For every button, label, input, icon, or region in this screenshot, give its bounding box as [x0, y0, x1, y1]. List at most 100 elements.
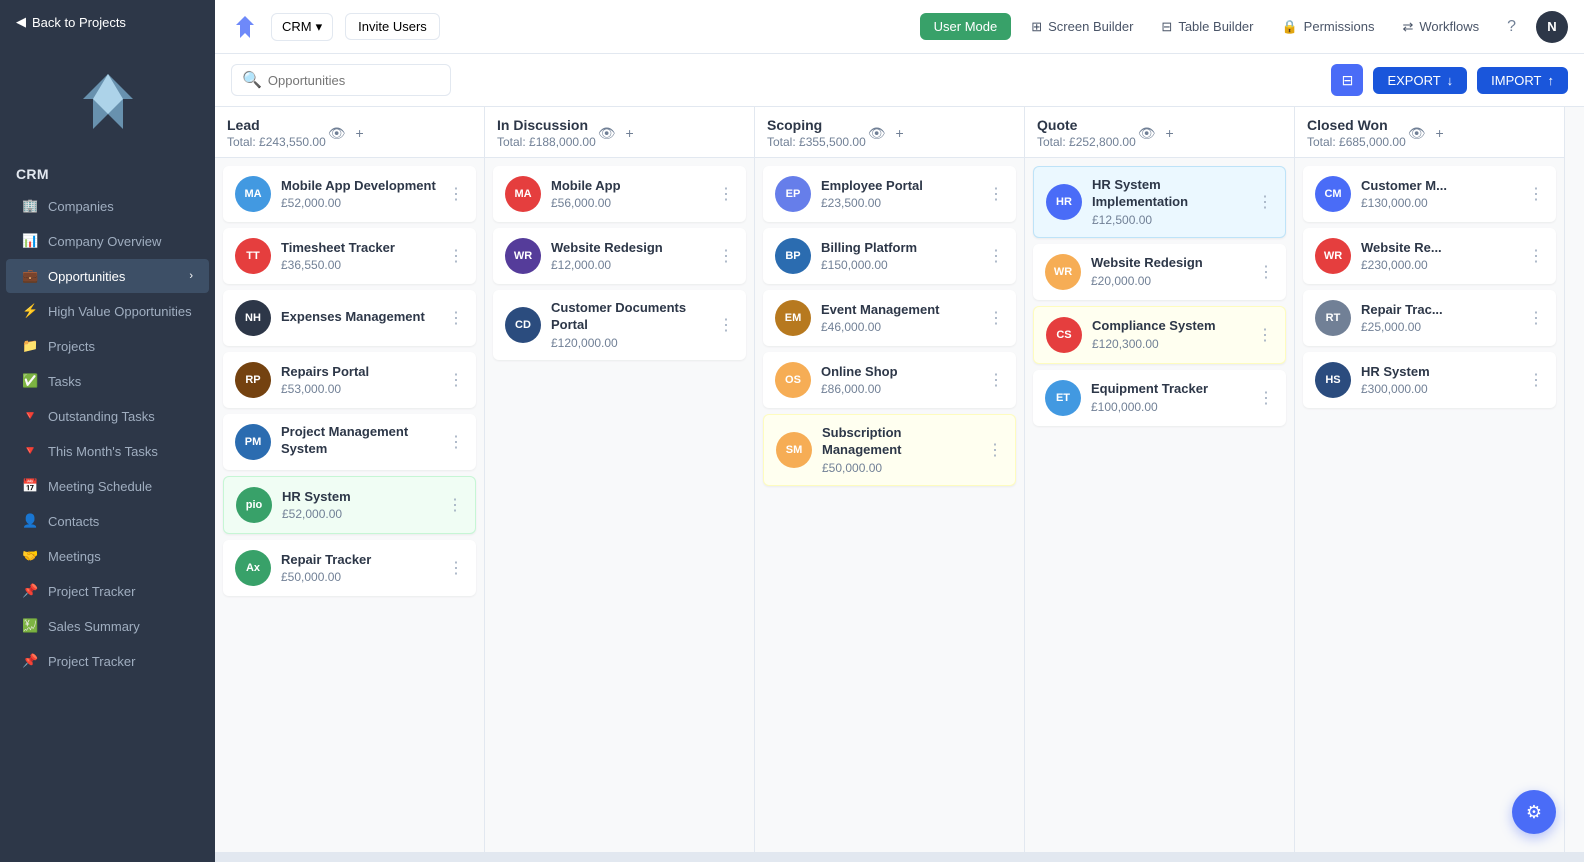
table-row[interactable]: ET Equipment Tracker £100,000.00 ⋮ — [1033, 370, 1286, 426]
table-row[interactable]: CM Customer M... £130,000.00 ⋮ — [1303, 166, 1556, 222]
invite-users-btn[interactable]: Invite Users — [345, 13, 440, 40]
card-menu-btn-22[interactable]: ⋮ — [1528, 308, 1544, 328]
table-row[interactable]: TT Timesheet Tracker £36,550.00 ⋮ — [223, 228, 476, 284]
card-menu-btn-20[interactable]: ⋮ — [1528, 184, 1544, 204]
table-row[interactable]: EP Employee Portal £23,500.00 ⋮ — [763, 166, 1016, 222]
card-menu-btn-4[interactable]: ⋮ — [448, 370, 464, 390]
back-label: Back to Projects — [32, 15, 126, 30]
back-to-projects-btn[interactable]: ◀ Back to Projects — [0, 0, 215, 44]
table-row[interactable]: WR Website Redesign £20,000.00 ⋮ — [1033, 244, 1286, 300]
table-row[interactable]: SM Subscription Management £50,000.00 ⋮ — [763, 414, 1016, 486]
sidebar-item-projects[interactable]: 📁 Projects — [6, 329, 209, 363]
export-btn[interactable]: EXPORT ↓ — [1373, 67, 1467, 94]
table-row[interactable]: MA Mobile App Development £52,000.00 ⋮ — [223, 166, 476, 222]
filter-btn[interactable]: ⊟ — [1331, 64, 1363, 96]
table-row[interactable]: PM Project Management System ⋮ — [223, 414, 476, 470]
permissions-btn[interactable]: 🔒 Permissions — [1273, 14, 1382, 40]
crm-dropdown-btn[interactable]: CRM ▾ — [271, 13, 333, 41]
settings-icon: ⚙ — [1526, 802, 1542, 823]
card-menu-btn-9[interactable]: ⋮ — [718, 246, 734, 266]
card-menu-btn-14[interactable]: ⋮ — [988, 370, 1004, 390]
table-row[interactable]: NH Expenses Management ⋮ — [223, 290, 476, 346]
card-menu-btn-15[interactable]: ⋮ — [987, 440, 1003, 460]
card-name-22: Repair Trac... — [1361, 302, 1518, 319]
card-menu-btn-13[interactable]: ⋮ — [988, 308, 1004, 328]
card-menu-btn-5[interactable]: ⋮ — [448, 432, 464, 452]
table-row[interactable]: RP Repairs Portal £53,000.00 ⋮ — [223, 352, 476, 408]
card-info-1: Mobile App Development £52,000.00 — [281, 178, 438, 211]
card-menu-btn-2[interactable]: ⋮ — [448, 246, 464, 266]
card-avatar-10: CD — [505, 307, 541, 343]
table-row[interactable]: EM Event Management £46,000.00 ⋮ — [763, 290, 1016, 346]
eye-icon-closed-won[interactable]: 👁 — [1406, 123, 1428, 144]
table-row[interactable]: pio HR System £52,000.00 ⋮ — [223, 476, 476, 534]
table-row[interactable]: HS HR System £300,000.00 ⋮ — [1303, 352, 1556, 408]
card-menu-btn-12[interactable]: ⋮ — [988, 246, 1004, 266]
eye-icon-scoping[interactable]: 👁 — [866, 123, 888, 144]
table-row[interactable]: CS Compliance System £120,300.00 ⋮ — [1033, 306, 1286, 364]
table-row[interactable]: BP Billing Platform £150,000.00 ⋮ — [763, 228, 1016, 284]
card-menu-btn-18[interactable]: ⋮ — [1257, 325, 1273, 345]
horizontal-scrollbar[interactable] — [215, 852, 1584, 862]
card-menu-btn-8[interactable]: ⋮ — [718, 184, 734, 204]
add-card-btn-scoping[interactable]: + — [894, 123, 906, 143]
eye-icon-in-discussion[interactable]: 👁 — [596, 123, 618, 144]
sidebar-item-sales-summary[interactable]: 💹 Sales Summary — [6, 609, 209, 643]
table-row[interactable]: RT Repair Trac... £25,000.00 ⋮ — [1303, 290, 1556, 346]
help-btn[interactable]: ? — [1499, 13, 1524, 41]
sidebar-item-contacts[interactable]: 👤 Contacts — [6, 504, 209, 538]
sidebar-item-project-tracker-2[interactable]: 📌 Project Tracker — [6, 644, 209, 678]
table-row[interactable]: WR Website Redesign £12,000.00 ⋮ — [493, 228, 746, 284]
sidebar-icon-high-value: ⚡ — [22, 303, 38, 319]
sidebar-item-meeting-schedule[interactable]: 📅 Meeting Schedule — [6, 469, 209, 503]
card-menu-btn-21[interactable]: ⋮ — [1528, 246, 1544, 266]
table-row[interactable]: WR Website Re... £230,000.00 ⋮ — [1303, 228, 1556, 284]
table-row[interactable]: MA Mobile App £56,000.00 ⋮ — [493, 166, 746, 222]
sidebar-item-tasks[interactable]: ✅ Tasks — [6, 364, 209, 398]
card-menu-btn-10[interactable]: ⋮ — [718, 315, 734, 335]
table-row[interactable]: CD Customer Documents Portal £120,000.00… — [493, 290, 746, 360]
sidebar-item-project-tracker[interactable]: 📌 Project Tracker — [6, 574, 209, 608]
add-card-btn-lead[interactable]: + — [354, 123, 366, 143]
sidebar-item-opportunities[interactable]: 💼 Opportunities › — [6, 259, 209, 293]
col-total-quote: Total: £252,800.00 — [1037, 135, 1136, 149]
card-name-5: Project Management System — [281, 424, 438, 458]
table-builder-btn[interactable]: ⊟ Table Builder — [1153, 14, 1261, 40]
sidebar-item-this-months-tasks[interactable]: 🔻 This Month's Tasks — [6, 434, 209, 468]
sidebar-item-companies[interactable]: 🏢 Companies — [6, 189, 209, 223]
workflows-btn[interactable]: ⇄ Workflows — [1394, 14, 1487, 40]
card-menu-btn-1[interactable]: ⋮ — [448, 184, 464, 204]
sidebar-item-high-value[interactable]: ⚡ High Value Opportunities — [6, 294, 209, 328]
card-avatar-11: EP — [775, 176, 811, 212]
add-card-btn-in-discussion[interactable]: + — [624, 123, 636, 143]
card-menu-btn-17[interactable]: ⋮ — [1258, 262, 1274, 282]
add-card-btn-quote[interactable]: + — [1164, 123, 1176, 143]
card-info-18: Compliance System £120,300.00 — [1092, 318, 1247, 351]
col-header-closed-won: Closed Won Total: £685,000.00 👁 + — [1295, 107, 1564, 158]
screen-builder-btn[interactable]: ⊞ Screen Builder — [1023, 14, 1141, 40]
sidebar-item-company-overview[interactable]: 📊 Company Overview — [6, 224, 209, 258]
eye-icon-quote[interactable]: 👁 — [1136, 123, 1158, 144]
card-menu-btn-16[interactable]: ⋮ — [1257, 192, 1273, 212]
search-input[interactable] — [268, 73, 440, 88]
card-menu-btn-23[interactable]: ⋮ — [1528, 370, 1544, 390]
import-btn[interactable]: IMPORT ↑ — [1477, 67, 1568, 94]
eye-icon-lead[interactable]: 👁 — [326, 123, 348, 144]
card-menu-btn-7[interactable]: ⋮ — [448, 558, 464, 578]
add-card-btn-closed-won[interactable]: + — [1434, 123, 1446, 143]
workflows-icon: ⇄ — [1402, 19, 1413, 35]
user-mode-btn[interactable]: User Mode — [920, 13, 1012, 40]
sidebar-item-meetings[interactable]: 🤝 Meetings — [6, 539, 209, 573]
settings-fab[interactable]: ⚙ — [1512, 790, 1556, 834]
table-row[interactable]: HR HR System Implementation £12,500.00 ⋮ — [1033, 166, 1286, 238]
card-menu-btn-3[interactable]: ⋮ — [448, 308, 464, 328]
card-menu-btn-6[interactable]: ⋮ — [447, 495, 463, 515]
kanban-cards-closed-won: CM Customer M... £130,000.00 ⋮ WR Websit… — [1295, 158, 1564, 852]
sidebar-item-outstanding-tasks[interactable]: 🔻 Outstanding Tasks — [6, 399, 209, 433]
card-menu-btn-11[interactable]: ⋮ — [988, 184, 1004, 204]
table-row[interactable]: OS Online Shop £86,000.00 ⋮ — [763, 352, 1016, 408]
card-amount-8: £56,000.00 — [551, 196, 708, 210]
card-menu-btn-19[interactable]: ⋮ — [1258, 388, 1274, 408]
table-row[interactable]: Ax Repair Tracker £50,000.00 ⋮ — [223, 540, 476, 596]
user-avatar[interactable]: N — [1536, 11, 1568, 43]
